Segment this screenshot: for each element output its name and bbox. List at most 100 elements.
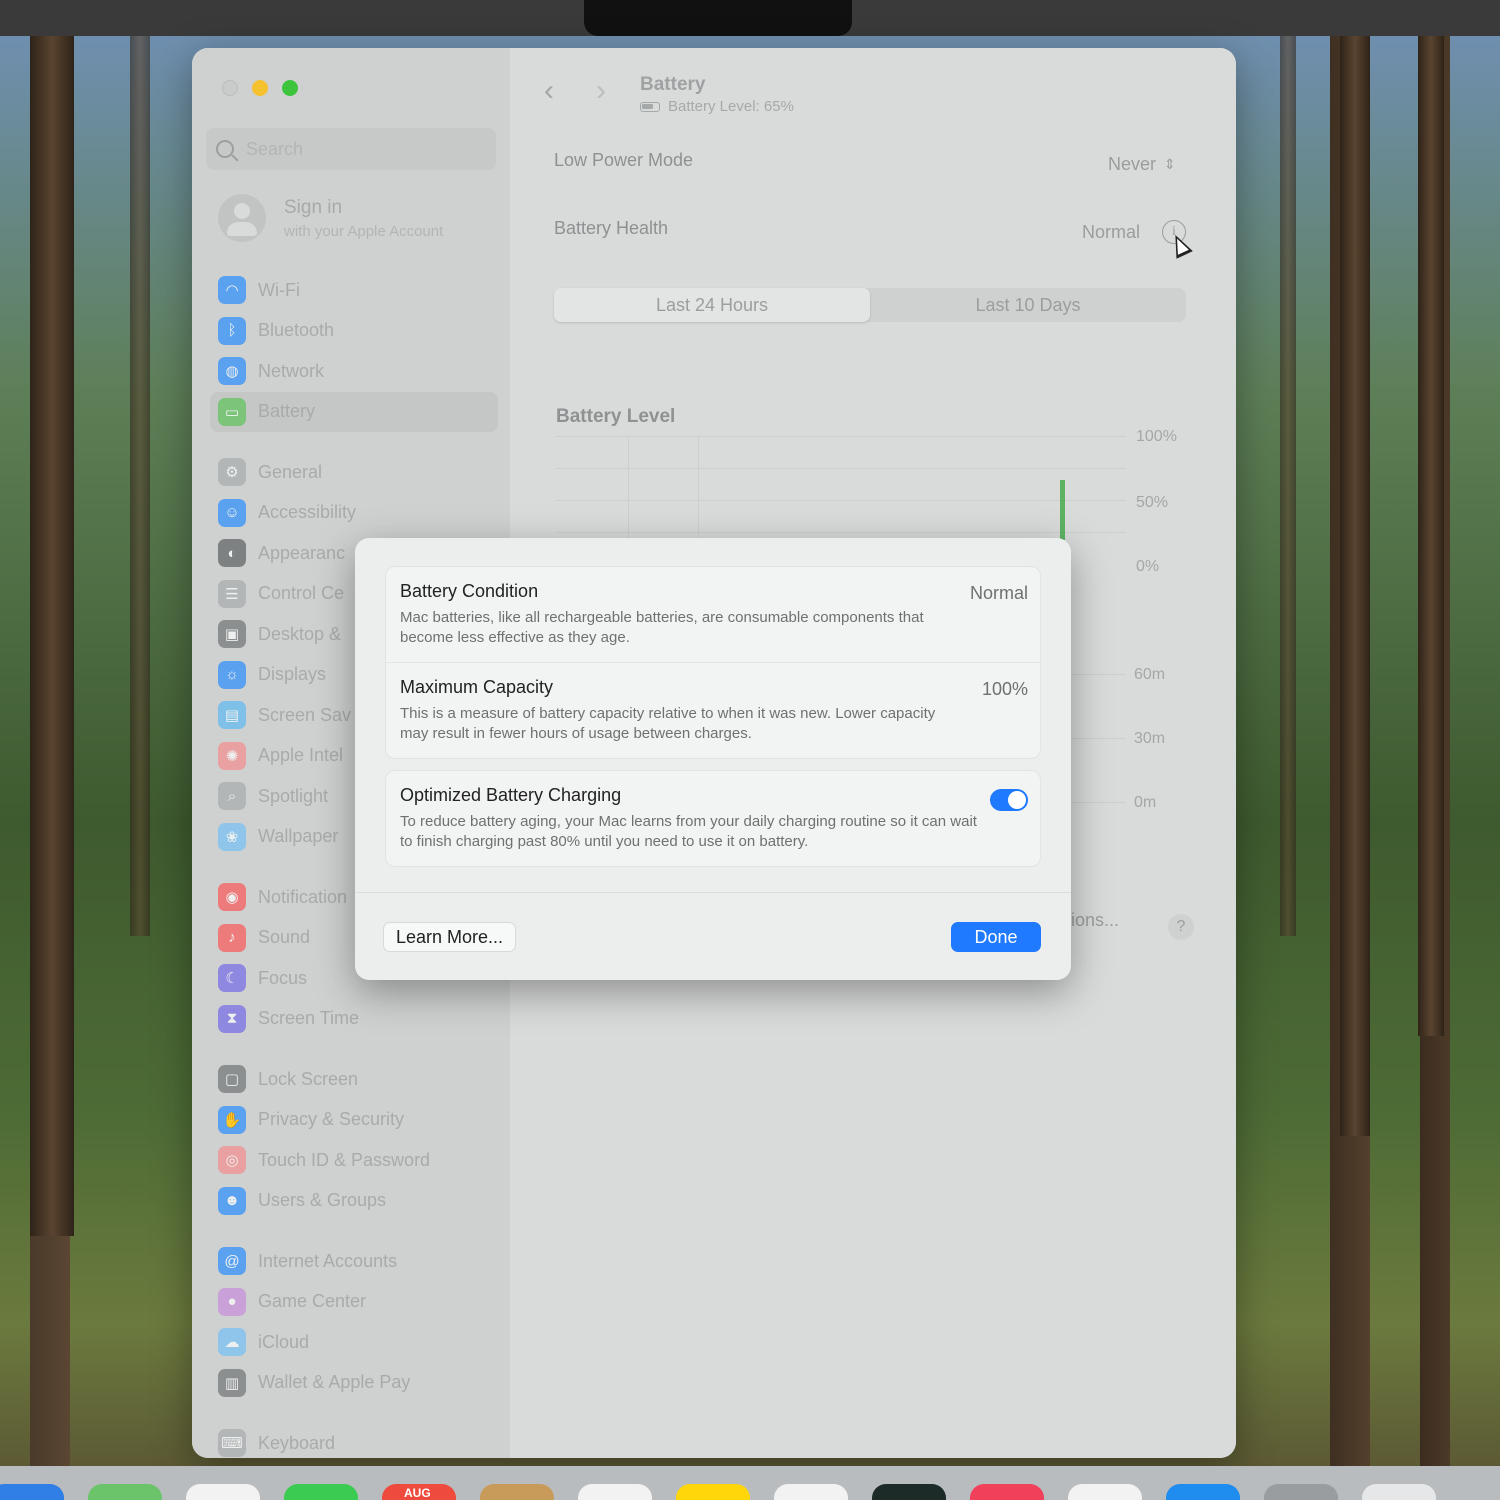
sidebar-item-users[interactable]: ☻ Users & Groups	[210, 1181, 498, 1222]
tab-last-24-hours[interactable]: Last 24 Hours	[554, 288, 870, 322]
sidebar-item-battery[interactable]: ▭ Battery	[210, 391, 498, 432]
close-window-button[interactable]	[222, 80, 238, 96]
sidebar-item-label: Bluetooth	[258, 320, 335, 341]
battery-level-text: Battery Level: 65%	[668, 98, 794, 115]
optimized-charging-toggle[interactable]	[990, 789, 1028, 811]
system-settings-icon[interactable]	[1264, 1484, 1338, 1500]
help-button[interactable]: ?	[1168, 914, 1194, 940]
apple-account-sign-in[interactable]: Sign in with your Apple Account	[218, 194, 443, 242]
sidebar-item-label: Internet Accounts	[258, 1250, 398, 1271]
trash-icon[interactable]	[1362, 1484, 1436, 1500]
sidebar-item-gear[interactable]: ⚙ General	[210, 452, 498, 493]
sidebar-item-at[interactable]: @ Internet Accounts	[210, 1241, 498, 1282]
sidebar-item-screen-time[interactable]: ⧗ Screen Time	[210, 999, 498, 1040]
focus-icon: ☾	[218, 964, 246, 993]
sidebar-item-label: Network	[258, 360, 325, 381]
sidebar-item-label: Wallet & Apple Pay	[258, 1372, 411, 1393]
sidebar-item-label: Game Center	[258, 1291, 367, 1312]
camera-notch	[584, 0, 852, 36]
bluetooth-icon: ᛒ	[218, 316, 246, 345]
sidebar-item-label: Displays	[258, 664, 327, 685]
sidebar-item-label: Keyboard	[258, 1432, 336, 1453]
app-store-icon[interactable]	[1166, 1484, 1240, 1500]
sidebar-item-label: iCloud	[258, 1331, 310, 1352]
battery-condition-value: Normal	[969, 583, 1028, 603]
sidebar-item-lock[interactable]: ▢ Lock Screen	[210, 1059, 498, 1100]
sidebar-item-fingerprint[interactable]: ◎ Touch ID & Password	[210, 1140, 498, 1181]
messages-icon[interactable]	[284, 1484, 358, 1500]
calendar-month-label: AUG	[404, 1486, 431, 1500]
sidebar-item-label: Screen Sav	[258, 704, 352, 725]
sidebar-item-label: Wallpaper	[258, 826, 339, 847]
sidebar-item-keyboard[interactable]: ⌨ Keyboard	[210, 1423, 498, 1458]
sidebar-item-bluetooth[interactable]: ᛒ Bluetooth	[210, 311, 498, 352]
chevron-left-icon[interactable]: ‹	[544, 74, 554, 108]
icloud-icon: ☁	[218, 1328, 246, 1357]
search-icon	[216, 140, 234, 158]
sidebar-item-label: General	[258, 461, 323, 482]
low-power-mode-select[interactable]: Never ⇕	[1108, 154, 1176, 175]
wifi-icon: ◠	[218, 276, 246, 305]
sidebar-item-wifi[interactable]: ◠ Wi-Fi	[210, 270, 498, 311]
battery-condition-description: Mac batteries, like all rechargeable bat…	[400, 609, 924, 646]
battery-icon: ▭	[218, 397, 246, 426]
game-center-icon: ●	[218, 1287, 246, 1316]
sidebar-item-wallet[interactable]: ▥ Wallet & Apple Pay	[210, 1363, 498, 1404]
apple-intelligence-icon: ✺	[218, 741, 246, 770]
globe-icon: ◍	[218, 357, 246, 386]
sidebar-item-label: Wi-Fi	[258, 279, 300, 300]
terminal-icon[interactable]	[872, 1484, 946, 1500]
sidebar-item-label: Apple Intel	[258, 745, 344, 766]
zoom-window-button[interactable]	[282, 80, 298, 96]
keyboard-icon: ⌨	[218, 1429, 246, 1458]
sidebar-item-label: Focus	[258, 967, 308, 988]
sidebar-item-label: Control Ce	[258, 583, 345, 604]
music-icon[interactable]	[970, 1484, 1044, 1500]
optimized-charging-title: Optimized Battery Charging	[400, 785, 622, 805]
sidebar-item-label: Spotlight	[258, 785, 329, 806]
battery-level-subtitle: Battery Level: 65%	[640, 98, 794, 115]
screen-time-icon: ⧗	[218, 1004, 246, 1033]
maximum-capacity-title: Maximum Capacity	[400, 677, 554, 697]
at-icon: @	[218, 1247, 246, 1276]
search-field[interactable]: Search	[206, 128, 496, 170]
preview-icon[interactable]	[1068, 1484, 1142, 1500]
axis-label-60m: 60m	[1134, 666, 1166, 683]
battery-icon	[640, 101, 660, 112]
sidebar-item-accessibility[interactable]: ☺ Accessibility	[210, 493, 498, 534]
done-button[interactable]: Done	[951, 922, 1041, 952]
sidebar-item-label: Battery	[258, 401, 316, 422]
stickies-icon[interactable]	[676, 1484, 750, 1500]
maximum-capacity-value: 100%	[981, 679, 1028, 699]
axis-label-100: 100%	[1136, 428, 1177, 445]
battery-info-group: Battery Condition Mac batteries, like al…	[385, 566, 1041, 759]
sidebar-item-label: Accessibility	[258, 502, 357, 523]
account-subtitle: with your Apple Account	[284, 222, 444, 240]
account-name: Sign in	[284, 196, 343, 218]
search-placeholder: Search	[246, 138, 304, 159]
battery-condition-row: Battery Condition Mac batteries, like al…	[386, 567, 1040, 662]
sidebar-item-hand[interactable]: ✋ Privacy & Security	[210, 1100, 498, 1141]
control-center-icon: ☰	[218, 579, 246, 608]
battery-health-sheet: Battery Condition Mac batteries, like al…	[355, 538, 1071, 980]
low-power-mode-value: Never	[1108, 154, 1157, 174]
notes-icon[interactable]	[480, 1484, 554, 1500]
minimize-window-button[interactable]	[252, 80, 268, 96]
sidebar-item-game-center[interactable]: ● Game Center	[210, 1282, 498, 1323]
sidebar-item-label: Appearanc	[258, 542, 346, 563]
finder-icon[interactable]	[0, 1484, 64, 1500]
chevron-right-icon[interactable]: ›	[596, 74, 606, 108]
photos-icon[interactable]	[186, 1484, 260, 1500]
learn-more-button[interactable]: Learn More...	[383, 922, 517, 952]
tab-last-10-days[interactable]: Last 10 Days	[870, 288, 1186, 322]
users-icon: ☻	[218, 1186, 246, 1215]
sheet-divider	[355, 892, 1071, 893]
toggle-knob	[1008, 791, 1026, 809]
freeform-icon[interactable]	[774, 1484, 848, 1500]
reminders-icon[interactable]	[578, 1484, 652, 1500]
axis-label-0: 0%	[1136, 558, 1160, 575]
maximum-capacity-row: Maximum Capacity This is a measure of ba…	[386, 662, 1040, 758]
sidebar-item-icloud[interactable]: ☁ iCloud	[210, 1322, 498, 1363]
sidebar-item-globe[interactable]: ◍ Network	[210, 351, 498, 392]
maps-icon[interactable]	[88, 1484, 162, 1500]
